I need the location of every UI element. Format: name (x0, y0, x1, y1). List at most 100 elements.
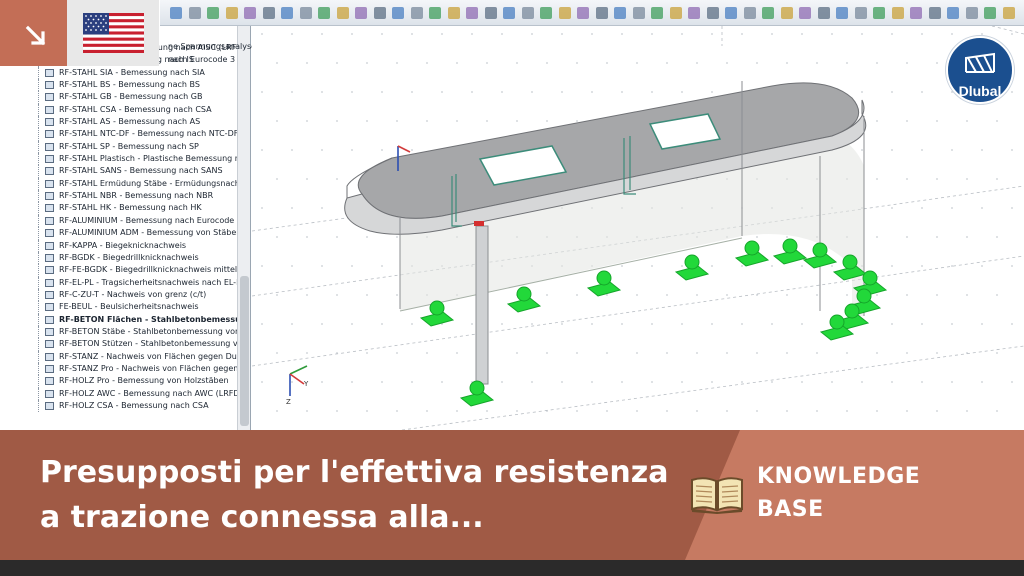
tree-line (38, 153, 44, 166)
toolbar-button[interactable] (965, 7, 978, 19)
toolbar-button[interactable] (873, 7, 885, 19)
us-flag-icon[interactable] (83, 13, 144, 53)
tree-line (38, 338, 44, 351)
toolbar-button[interactable] (854, 7, 867, 19)
toolbar-button[interactable] (281, 7, 293, 19)
toolbar-button[interactable] (725, 7, 737, 19)
navigator-item[interactable]: RF-STAHL GB - Bemessung nach GB (0, 91, 237, 104)
navigator-item[interactable]: RF-STAHL HK - Bemessung nach HK (0, 202, 237, 215)
navigator-item[interactable]: RF-BETON Stützen - Stahlbetonbemessung v… (0, 338, 237, 351)
toolbar-button[interactable] (521, 7, 534, 19)
module-icon (45, 327, 54, 336)
toolbar-button[interactable] (632, 7, 645, 19)
toolbar-button[interactable] (392, 7, 404, 19)
toolbar-button[interactable] (373, 7, 386, 19)
toolbar-button[interactable] (577, 7, 589, 19)
toolbar-button[interactable] (225, 7, 238, 19)
navigator-item[interactable]: RF-STAHL Plastisch - Plastische Bemessun… (0, 153, 237, 166)
navigator-item[interactable]: RF-BGDK - Biegedrillknicknachweis (0, 251, 237, 265)
navigator-item-label: RF-BETON Stützen - Stahlbetonbemessung v… (59, 339, 237, 349)
toolbar-button[interactable] (836, 7, 848, 19)
navigator-item[interactable]: RF-BETON Stäbe - Stahlbetonbemessung von… (0, 325, 237, 339)
toolbar-button[interactable] (984, 7, 996, 19)
navigator-item[interactable]: RF-STAHL Ermüdung Stäbe - Ermüdungsnachw… (0, 177, 237, 191)
navigator-item[interactable]: RF-HOLZ CSA - Bemessung nach CSA (0, 399, 237, 413)
toolbar-button[interactable] (447, 7, 460, 19)
structure-model[interactable]: Z Y (252, 26, 1024, 430)
navigator-item[interactable]: RF-EL-PL - Tragsicherheitsnachweis nach … (0, 276, 237, 289)
toolbar-button[interactable] (910, 7, 922, 19)
toolbar-button[interactable] (244, 7, 256, 19)
toolbar-button[interactable] (336, 7, 349, 19)
toolbar-button[interactable] (170, 7, 182, 19)
support-node (586, 270, 622, 297)
navigator-item[interactable]: RF-KAPPA - Biegeknicknachweis (0, 239, 237, 252)
module-icon (45, 192, 54, 201)
corner-accent[interactable] (0, 0, 67, 66)
article-title[interactable]: Presupposti per l'effettiva resistenza a… (40, 450, 670, 540)
arrow-down-right-icon[interactable] (24, 24, 48, 48)
support-node (459, 380, 495, 407)
navigator-item[interactable]: RF-STAHL BS - Bemessung nach BS (0, 79, 237, 92)
navigator-item-label: RF-STAHL AS - Bemessung nach AS (59, 117, 201, 127)
article-banner[interactable]: Presupposti per l'effettiva resistenza a… (0, 430, 1024, 560)
toolbar-button[interactable] (299, 7, 312, 19)
navigator-scrollbar[interactable] (237, 26, 250, 430)
toolbar-button[interactable] (669, 7, 682, 19)
tree-line (38, 116, 44, 129)
model-viewport[interactable]: Z Y (252, 26, 1024, 430)
toolbar-button[interactable] (928, 7, 941, 19)
toolbar-button[interactable] (614, 7, 626, 19)
navigator-item-label: RF-STAHL NTC-DF - Bemessung nach NTC-DF (59, 129, 237, 139)
navigator-item[interactable]: RF-BETON Flächen - Stahlbetonbemessung v… (0, 313, 237, 326)
toolbar-button[interactable] (688, 7, 700, 19)
navigator-item[interactable]: RF-STAHL NTC-DF - Bemessung nach NTC-DF (0, 128, 237, 141)
navigator-item[interactable]: RF-STAHL AS - Bemessung nach AS (0, 116, 237, 129)
navigator-item[interactable]: RF-C-ZU-T - Nachweis von grenz (c/t) (0, 288, 237, 302)
toolbar-button[interactable] (484, 7, 497, 19)
tree-line (38, 177, 44, 191)
toolbar-button[interactable] (947, 7, 959, 19)
navigator-item[interactable]: RF-FE-BGDK - Biegedrillknicknachweis mit… (0, 264, 237, 277)
navigator-item[interactable]: RF-STAHL SIA - Bemessung nach SIA (0, 66, 237, 80)
navigator-item[interactable]: FE-BEUL - Beulsicherheitsnachweis (0, 301, 237, 314)
toolbar-button[interactable] (706, 7, 719, 19)
navigator-item[interactable]: RF-STAHL SANS - Bemessung nach SANS (0, 165, 237, 178)
navigator-header-partial-2: nach Eurocode 3 (168, 55, 236, 64)
toolbar-button[interactable] (503, 7, 515, 19)
navigator-item[interactable]: RF-HOLZ AWC - Bemessung nach AWC (LRFD o (0, 387, 237, 400)
toolbar-button[interactable] (743, 7, 756, 19)
toolbar-button[interactable] (540, 7, 552, 19)
scrollbar-thumb[interactable] (240, 276, 249, 426)
toolbar-button[interactable] (780, 7, 793, 19)
module-icon (45, 167, 54, 176)
navigator-item[interactable]: RF-ALUMINIUM ADM - Bemessung von Stäben … (0, 227, 237, 240)
toolbar-button[interactable] (799, 7, 811, 19)
toolbar-button[interactable] (410, 7, 423, 19)
toolbar-button[interactable] (1002, 7, 1015, 19)
navigator-item[interactable]: RF-STAHL CSA - Bemessung nach CSA (0, 103, 237, 117)
toolbar-button[interactable] (207, 7, 219, 19)
toolbar-button[interactable] (466, 7, 478, 19)
toolbar-button[interactable] (651, 7, 663, 19)
toolbar-button[interactable] (318, 7, 330, 19)
toolbar-button[interactable] (762, 7, 774, 19)
toolbar-button[interactable] (595, 7, 608, 19)
navigator-item[interactable]: RF-STANZ - Nachweis von Flächen gegen Du… (0, 350, 237, 363)
navigator-item-label: FE-BEUL - Beulsicherheitsnachweis (59, 302, 199, 312)
toolbar-button[interactable] (355, 7, 367, 19)
navigator-item[interactable]: RF-HOLZ Pro - Bemessung von Holzstäben (0, 375, 237, 388)
toolbar-button[interactable] (817, 7, 830, 19)
toolbar-button[interactable] (891, 7, 904, 19)
navigator-item-label: RF-FE-BGDK - Biegedrillknicknachweis mit… (59, 265, 237, 275)
navigator-item[interactable]: RF-ALUMINIUM - Bemessung nach Eurocode 9 (0, 214, 237, 228)
toolbar-button[interactable] (188, 7, 201, 19)
navigator-item[interactable]: RF-STAHL NBR - Bemessung nach NBR (0, 190, 237, 203)
navigator-item[interactable]: RF-STANZ Pro - Nachweis von Flächen gege… (0, 362, 237, 376)
toolbar-button[interactable] (262, 7, 275, 19)
dlubal-logo-icon[interactable]: Dlubal (946, 36, 1014, 104)
toolbar-button[interactable] (558, 7, 571, 19)
toolbar-button[interactable] (429, 7, 441, 19)
module-icon (45, 389, 54, 398)
navigator-item[interactable]: RF-STAHL SP - Bemessung nach SP (0, 140, 237, 154)
